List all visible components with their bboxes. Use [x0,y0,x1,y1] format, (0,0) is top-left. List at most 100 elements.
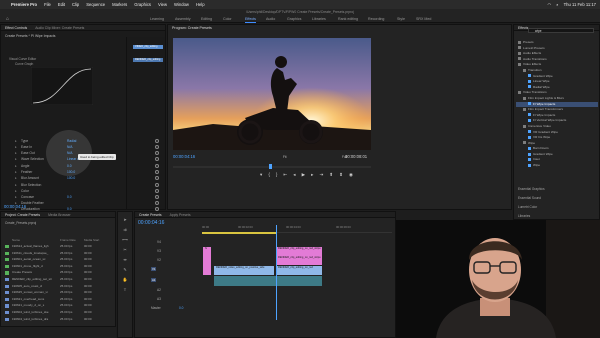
project-item-row[interactable]: Create Presets 25.00 fps 00:00 [4,270,114,275]
effects-tree-item[interactable]: Wipe [516,163,598,169]
workspace-recording[interactable]: Recording [368,15,384,23]
tab-create-presets[interactable]: Create Presets [139,212,162,217]
menu-graphics[interactable]: Graphics [134,2,151,7]
workspace-editing[interactable]: Editing [201,15,212,23]
tab-apply-presets[interactable]: Apply Presets [170,212,191,217]
play-icon[interactable]: ▶ [302,172,306,178]
workspace-srx-med[interactable]: SRX Med [416,15,431,23]
mark-out-icon[interactable]: } [276,172,278,178]
workspace-assembly[interactable]: Assembly [175,15,191,23]
workspace-color[interactable]: Color [223,15,232,23]
go-to-in-icon[interactable]: ⇤ [283,172,287,178]
program-video-frame[interactable] [173,38,371,150]
project-item-row[interactable]: 190604_wind_turbines_dra 25.00 fps 00:00 [4,317,114,322]
menu-app-name[interactable]: Premiere Pro [11,2,37,7]
keyframe-toggle-icon[interactable] [155,189,159,193]
wifi-icon[interactable]: ◠ [548,2,552,7]
disclosure-triangle-icon[interactable]: ▸ [15,175,17,181]
project-item-row[interactable]: 190604_wind_turbines_ske 25.00 fps 00:00 [4,310,114,315]
track-select-tool-icon[interactable]: ⇉ [121,226,129,234]
program-current-timecode[interactable]: 00:00:04:16 [173,154,195,159]
menu-clip[interactable]: Clip [72,2,79,7]
workspace-effects[interactable]: Effects [245,15,256,23]
menu-window[interactable]: Window [174,2,189,7]
workspace-learning[interactable]: Learning [150,15,164,23]
keyframe-toggle-icon[interactable] [155,151,159,155]
ec-timecode[interactable]: 00:00:04:16 [4,204,26,209]
timeline-clip-v1-right[interactable]: RENDER_clip_editing_on_red [276,266,322,275]
effects-search-input[interactable]: wipe [528,28,594,33]
keyframe-toggle-icon[interactable] [155,183,159,187]
clock[interactable]: Thu 11 Feb 11:17 [564,2,596,7]
project-item-row[interactable]: 190601_aerial_ocean_sc 25.00 fps 00:00 [4,257,114,262]
workspace-graphics[interactable]: Graphics [287,15,301,23]
program-scrub-bar[interactable] [173,164,371,169]
extract-icon[interactable]: ⬍ [339,172,343,178]
program-fit-select[interactable]: Fit [283,155,287,159]
tab-audio-clip-mixer[interactable]: Audio Clip Mixer: Create Presets [35,25,84,30]
keyframe-toggle-icon[interactable] [155,176,159,180]
export-frame-icon[interactable]: ◉ [349,172,353,178]
menu-file[interactable]: File [44,2,51,7]
project-item-row[interactable]: 190605_auto_coast_cl 25.00 fps 00:00 [4,284,114,289]
timeline-clip-a1[interactable] [214,276,322,286]
keyframe-toggle-icon[interactable] [155,139,159,143]
col-name[interactable]: Name [12,238,20,242]
project-item-row[interactable]: RENDER_clip_editing_set_str 25.00 fps 00:0… [4,277,114,282]
program-monitor-title[interactable]: Program: Create Presets [172,25,212,31]
menu-markers[interactable]: Markers [112,2,127,7]
curve-graph[interactable] [31,67,93,105]
effect-param-row[interactable]: ▸ Blur Amount 100.0 [15,175,165,181]
project-item-row[interactable]: 190614_actual_flames_ligh 25.00 fps 00:00 [4,244,114,249]
menu-view[interactable]: View [158,2,167,7]
menu-sequence[interactable]: Sequence [86,2,105,7]
libraries-link[interactable]: Libraries [518,214,530,218]
type-tool-icon[interactable]: T [121,286,129,294]
step-back-icon[interactable]: ◂ [293,172,295,178]
workspace-audio[interactable]: Audio [266,15,275,23]
hand-tool-icon[interactable]: ✋ [121,276,129,284]
tab-media-browser[interactable]: Media Browser [48,212,71,217]
project-item-row[interactable]: 190621_overhead_suns 25.00 fps 00:00 [4,297,114,302]
search-icon[interactable]: ⌕ [556,2,558,7]
ec-clip-bar-2[interactable]: RENDER_clip_editing [133,58,163,62]
keyframe-toggle-icon[interactable] [155,157,159,161]
keyframe-toggle-icon[interactable] [155,195,159,199]
lumetri-color-link[interactable]: Lumetri Color [518,205,537,209]
menu-help[interactable]: Help [196,2,205,7]
work-area-bar[interactable] [202,232,276,234]
ec-clip-bar[interactable]: VIDEO_clip_editing [133,45,163,49]
project-item-row[interactable]: 190621_moody_d_on_s 25.00 fps 00:00 [4,303,114,308]
keyframe-toggle-icon[interactable] [155,201,159,205]
col-media-start[interactable]: Media Start [84,238,99,242]
tab-effects[interactable]: Effects [518,25,528,30]
col-frame-rate[interactable]: Frame Rate [60,238,76,242]
essential-graphics-link[interactable]: Essential Graphics [518,187,545,191]
disclosure-triangle-icon[interactable]: ▸ [15,156,17,162]
lift-icon[interactable]: ⬆ [329,172,333,178]
essential-sound-link[interactable]: Essential Sound [518,196,541,200]
timeline-clip-v1-main[interactable]: RENDER_video_editing_on_positive_side [214,266,274,275]
selection-tool-icon[interactable]: ➤ [121,216,129,224]
keyframe-toggle-icon[interactable] [155,145,159,149]
keyframe-toggle-icon[interactable] [155,170,159,174]
project-item-row[interactable]: 190601_drone_flight_d 25.00 fps 00:00 [4,264,114,269]
workspace-style[interactable]: Style [397,15,405,23]
workspace-libraries[interactable]: Libraries [312,15,326,23]
project-item-row[interactable]: 190625_sunset_woman_vi 25.00 fps 00:00 [4,290,114,295]
pen-tool-icon[interactable]: ✎ [121,266,129,274]
tab-effect-controls[interactable]: Effect Controls [5,25,27,30]
go-to-out-icon[interactable]: ⇥ [319,172,323,178]
timeline-clip-fx[interactable]: fx [203,247,211,275]
razor-tool-icon[interactable]: ✂ [121,246,129,254]
ripple-edit-tool-icon[interactable]: ⟷ [121,236,129,244]
tab-project[interactable]: Project: Create Presets [5,212,40,217]
timeline-timecode[interactable]: 00:00:04:16 [138,220,164,226]
timeline-clip-v3[interactable]: RENDER_clip_editing_on_red_stripe [276,247,322,256]
slip-tool-icon[interactable]: ⇹ [121,256,129,264]
home-icon[interactable]: ⌂ [6,16,12,22]
workspace-rank-editing[interactable]: Rank editing [338,15,358,23]
mark-in-icon[interactable]: { [268,172,270,178]
menu-edit[interactable]: Edit [58,2,65,7]
project-item-row[interactable]: 190611_clouds_timelapse_ 25.00 fps 00:00 [4,251,114,256]
